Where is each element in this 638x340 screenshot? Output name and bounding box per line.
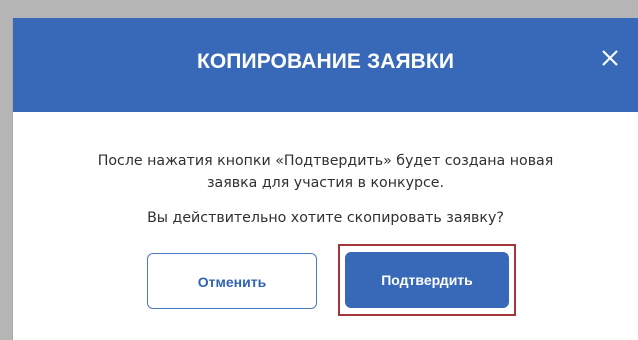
dialog-message-line-1: После нажатия кнопки «Подтвердить» будет…: [97, 153, 554, 169]
dialog-question: Вы действительно хотите скопировать заяв…: [147, 210, 504, 226]
dialog-header: КОПИРОВАНИЕ ЗАЯВКИ: [13, 18, 638, 112]
dialog-message-line-2: заявка для участия в конкурсе.: [206, 175, 445, 191]
dialog-title: КОПИРОВАНИЕ ЗАЯВКИ: [196, 50, 455, 73]
confirm-button[interactable]: Подтвердить: [345, 252, 509, 308]
copy-application-dialog: КОПИРОВАНИЕ ЗАЯВКИ После нажатия кнопки …: [12, 18, 638, 340]
confirm-button-highlight: Подтвердить: [338, 244, 516, 316]
close-icon: [602, 50, 618, 66]
close-button[interactable]: [596, 44, 624, 72]
dialog-actions: Отменить Подтвердить: [13, 244, 638, 316]
dialog-body: После нажатия кнопки «Подтвердить» будет…: [13, 112, 638, 229]
cancel-button[interactable]: Отменить: [147, 253, 317, 309]
